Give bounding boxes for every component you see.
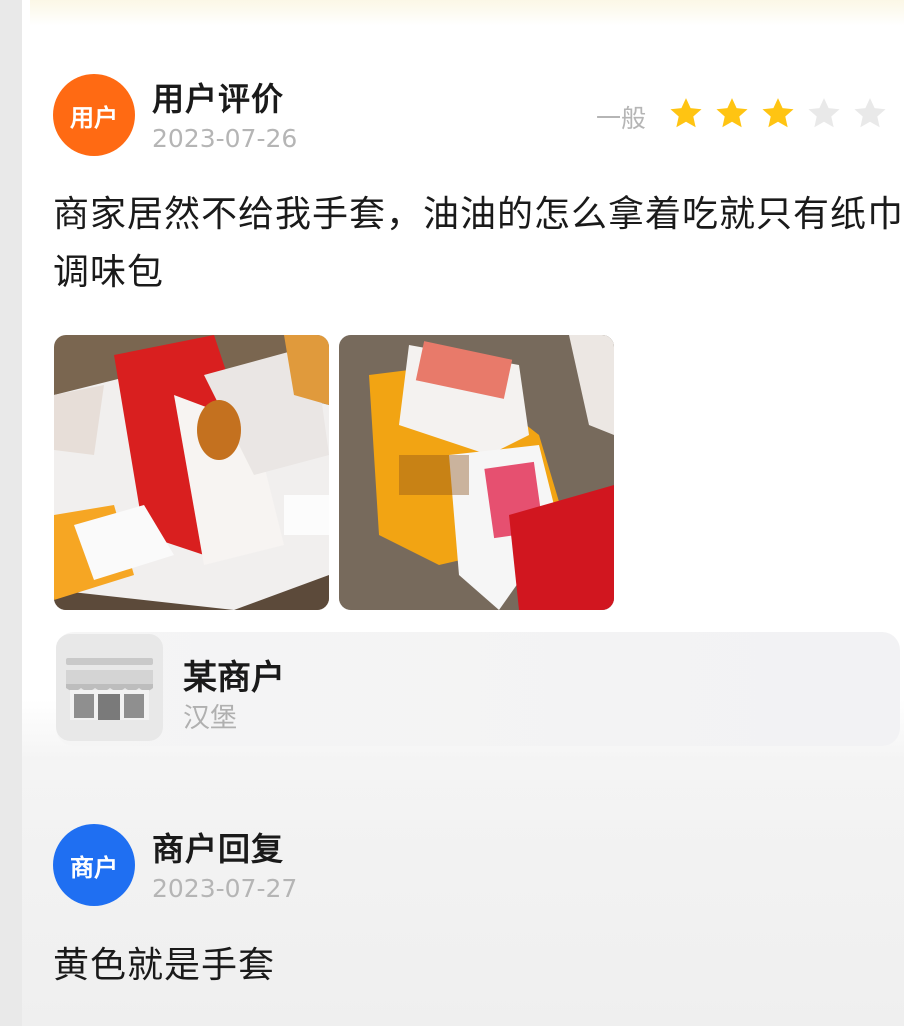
review-photo-1[interactable]: [54, 335, 329, 610]
merchant-avatar[interactable]: 商户: [53, 824, 135, 906]
review-photo-2[interactable]: [339, 335, 614, 610]
review-date: 2023-07-26: [152, 124, 298, 153]
left-edge: [0, 0, 22, 1026]
merchant-category: 汉堡: [183, 703, 237, 734]
merchant-name: 某商户: [183, 658, 285, 698]
star-icon: [716, 98, 748, 128]
reply-text: 黄色就是手套: [53, 945, 276, 986]
rating-label: 一般: [596, 104, 647, 133]
condiment-packets-photo: [339, 335, 614, 610]
storefront-icon: [56, 634, 163, 741]
merchant-card[interactable]: 某商户 汉堡: [56, 632, 900, 746]
reply-date: 2023-07-27: [152, 874, 298, 903]
star-icon: [808, 98, 840, 128]
star-icon: [854, 98, 886, 128]
user-avatar[interactable]: 用户: [53, 74, 135, 156]
sauce-packets-photo: [54, 335, 329, 610]
top-band: [30, 0, 904, 26]
star-icon: [670, 98, 702, 128]
reply-title: 商户回复: [152, 830, 285, 868]
star-icon: [762, 98, 794, 128]
review-text: 商家居然不给我手套，油油的怎么拿着吃就只有纸巾调味包: [53, 194, 904, 293]
star-rating: [667, 95, 889, 133]
review-title: 用户评价: [152, 80, 285, 118]
